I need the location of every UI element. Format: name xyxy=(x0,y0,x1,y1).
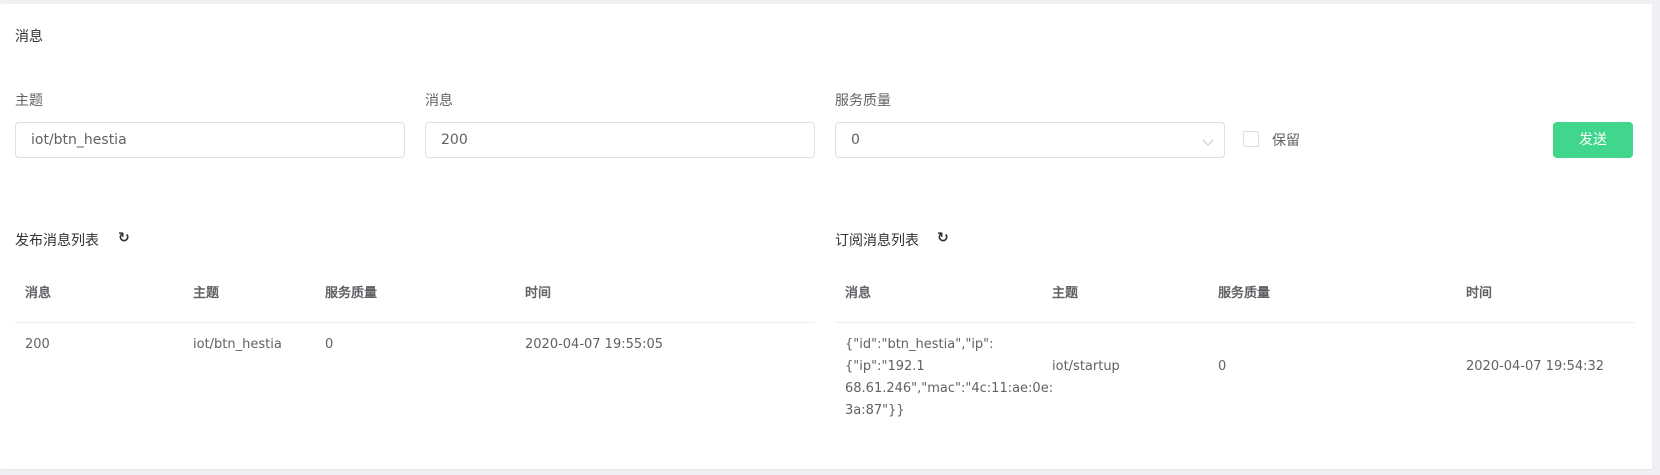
refresh-icon[interactable]: ↻ xyxy=(118,230,130,246)
published-row-qos: 0 xyxy=(325,337,334,352)
message-panel: 消息 主题 消息 服务质量 iot/btn_hestia 200 0 保留 发送… xyxy=(0,4,1652,469)
subscribed-col-time: 时间 xyxy=(1466,286,1493,301)
subscribed-col-qos: 服务质量 xyxy=(1218,286,1271,301)
topic-input[interactable]: iot/btn_hestia xyxy=(15,122,405,158)
published-header-divider xyxy=(15,322,815,323)
message-input[interactable]: 200 xyxy=(425,122,815,158)
published-col-qos: 服务质量 xyxy=(325,286,378,301)
message-label: 消息 xyxy=(425,93,453,109)
published-col-topic: 主题 xyxy=(193,286,220,301)
subscribed-col-message: 消息 xyxy=(845,286,872,301)
qos-select[interactable]: 0 xyxy=(835,122,1225,158)
subscribed-row-message: {"id":"btn_hestia","ip":{"ip":"192.1 68.… xyxy=(845,334,1054,422)
subscribed-row-qos: 0 xyxy=(1218,359,1227,374)
subscribed-row-topic: iot/startup xyxy=(1052,359,1120,374)
published-col-message: 消息 xyxy=(25,286,52,301)
send-button[interactable]: 发送 xyxy=(1553,122,1633,158)
chevron-down-icon xyxy=(1202,134,1214,146)
subscribed-col-topic: 主题 xyxy=(1052,286,1079,301)
published-row-topic: iot/btn_hestia xyxy=(193,337,282,352)
retain-label[interactable]: 保留 xyxy=(1272,130,1300,150)
published-row-message: 200 xyxy=(25,337,50,352)
subscribed-row-message-line: 3a:87"}} xyxy=(845,403,905,418)
retain-checkbox[interactable] xyxy=(1243,131,1259,147)
qos-select-value: 0 xyxy=(851,132,860,148)
subscribed-row-message-line: 68.61.246","mac":"4c:11:ae:0e: xyxy=(845,381,1054,396)
subscribed-list-title: 订阅消息列表 xyxy=(835,233,919,249)
published-col-time: 时间 xyxy=(525,286,552,301)
topic-label: 主题 xyxy=(15,93,43,109)
subscribed-header-divider xyxy=(835,322,1635,323)
panel-title: 消息 xyxy=(15,29,43,45)
subscribed-row-time: 2020-04-07 19:54:32 xyxy=(1466,359,1605,374)
published-list-title: 发布消息列表 xyxy=(15,233,99,249)
refresh-icon[interactable]: ↻ xyxy=(937,230,949,246)
published-row-time: 2020-04-07 19:55:05 xyxy=(525,337,664,352)
subscribed-row-message-line: {"id":"btn_hestia","ip":{"ip":"192.1 xyxy=(845,337,994,374)
qos-label: 服务质量 xyxy=(835,93,891,109)
